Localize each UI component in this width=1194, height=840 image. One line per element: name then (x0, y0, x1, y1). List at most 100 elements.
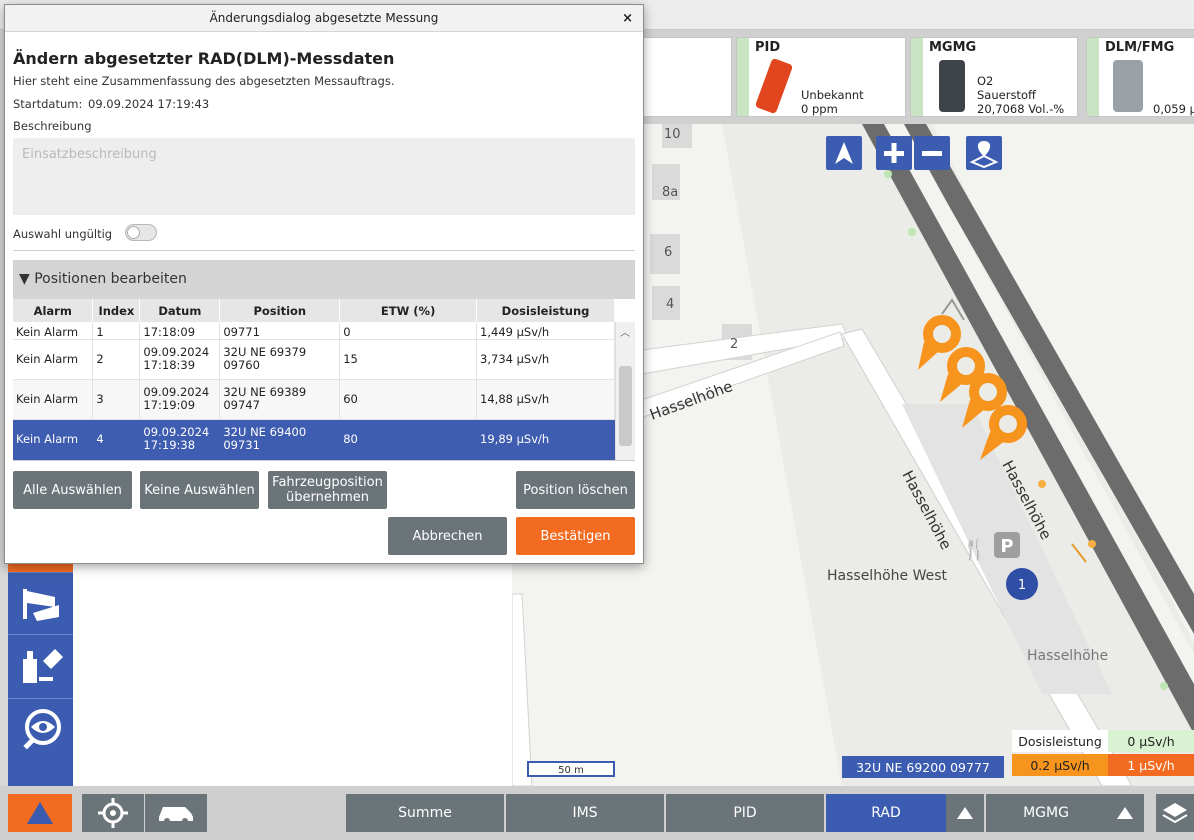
col-position[interactable]: Position (219, 299, 341, 322)
windsock-icon (22, 588, 59, 621)
confirm-button[interactable]: Bestätigen (516, 517, 635, 555)
north-arrow-button[interactable] (826, 136, 862, 170)
bottom-bar: Summe IMS PID RAD MGMG (0, 786, 1194, 840)
close-icon[interactable]: × (622, 5, 633, 32)
table-row[interactable]: Kein Alarm 3 09.09.2024 17:19:09 32U NE 6… (13, 379, 615, 420)
minus-icon (922, 151, 942, 156)
layers-button[interactable] (1156, 794, 1194, 832)
triangle-up-icon (957, 807, 973, 819)
positions-table: Alarm Index Datum Position ETW (%) Dosis… (13, 299, 635, 461)
positions-section-header[interactable]: ▼ Positionen bearbeiten (13, 260, 635, 299)
map-label-6: 6 (664, 245, 672, 260)
map-area-label: Hasselhöhe (1027, 648, 1108, 664)
sidebar-item-wind[interactable] (8, 572, 73, 632)
edit-measurement-dialog: Änderungsdialog abgesetzte Messung × Änd… (4, 4, 644, 564)
map-coordinate: 32U NE 69200 09777 (856, 760, 990, 775)
map-restaurant-icon: 🍴 (962, 537, 987, 561)
mgmg-device-icon (939, 60, 965, 112)
table-row-selected[interactable]: Kein Alarm 4 09.09.2024 17:19:38 32U NE 6… (13, 419, 615, 460)
start-date-label: Startdatum: (13, 97, 83, 111)
delete-position-button[interactable]: Position löschen (516, 471, 635, 509)
card-mgmg-line3: 20,7068 Vol.-% (977, 102, 1065, 116)
chevron-up-icon[interactable]: ︿ (620, 324, 630, 339)
north-arrow-icon (835, 142, 853, 164)
app-root: ERKW-Client PID Unbekannt 0 ppm MGMG O2 … (0, 0, 1194, 840)
dialog-title: Änderungsdialog abgesetzte Messung (209, 11, 439, 25)
cancel-button[interactable]: Abbrechen (388, 517, 507, 555)
col-date[interactable]: Datum (139, 299, 221, 322)
card-pid-line1: Unbekannt (801, 88, 864, 102)
layers-icon (1162, 803, 1188, 824)
map-parking-label: P (1000, 536, 1013, 557)
legend-value-low: 0 µSv/h (1127, 734, 1174, 749)
map-label-10: 10 (664, 127, 681, 142)
select-all-button[interactable]: Alle Auswählen (13, 471, 132, 509)
map-label-2: 2 (730, 337, 738, 352)
gps-button[interactable] (82, 794, 144, 832)
map-label-8a: 8a (662, 185, 678, 200)
divider (13, 250, 635, 251)
sample-bottle-icon (22, 648, 63, 683)
crosshair-icon (98, 798, 128, 828)
zoom-out-button[interactable] (914, 136, 950, 170)
map-pin-icon (969, 141, 999, 169)
col-dose[interactable]: Dosisleistung (476, 299, 615, 322)
card-pid-title: PID (755, 40, 781, 55)
map-place-label: Hasselhöhe West (827, 568, 948, 584)
table-scrollbar[interactable]: ︿ (615, 322, 635, 460)
tab-rad[interactable]: RAD (826, 794, 946, 832)
description-input[interactable] (13, 138, 635, 215)
dialog-heading: Ändern abgesetzter RAD(DLM)-Messdaten (13, 49, 395, 68)
locate-pin-button[interactable] (966, 136, 1002, 170)
scrollbar-thumb[interactable] (619, 366, 632, 446)
card-mgmg-line2: Sauerstoff (977, 88, 1036, 102)
dialog-subtitle: Hier steht eine Zusammenfassung des abge… (13, 74, 395, 88)
warning-triangle-icon (27, 802, 53, 824)
card-pid[interactable]: PID Unbekannt 0 ppm (736, 37, 906, 117)
map-cluster-count: 1 (1018, 578, 1026, 593)
take-vehicle-position-button[interactable]: Fahrzeugposition übernehmen (268, 471, 387, 509)
map-label-4: 4 (666, 297, 674, 312)
legend-value-high: 1 µSv/h (1127, 758, 1174, 773)
card-pid-line2: 0 ppm (801, 102, 838, 116)
dlm-device-icon (1113, 60, 1143, 112)
col-index[interactable]: Index (92, 299, 141, 322)
card-mgmg-title: MGMG (929, 40, 977, 55)
vehicle-icon (159, 807, 193, 824)
tab-pid[interactable]: PID (666, 794, 824, 832)
start-date-value: 09.09.2024 17:19:43 (88, 97, 210, 111)
card-dlm-title: DLM/FMG (1105, 40, 1175, 55)
legend-title: Dosisleistung (1018, 734, 1102, 749)
tab-summe[interactable]: Summe (346, 794, 504, 832)
left-toolbar (8, 560, 73, 786)
plus-icon (884, 143, 904, 163)
card-mgmg[interactable]: MGMG O2 Sauerstoff 20,7068 Vol.-% (910, 37, 1078, 117)
invalid-selection-label: Auswahl ungültig (13, 227, 113, 241)
left-panel (73, 560, 512, 786)
triangle-up-icon (1117, 807, 1133, 819)
zoom-in-button[interactable] (876, 136, 912, 170)
invalid-selection-toggle[interactable] (125, 224, 157, 241)
map-scale-label: 50 m (558, 765, 584, 776)
card-partial[interactable] (642, 37, 732, 117)
dialog-titlebar: Änderungsdialog abgesetzte Messung × (5, 5, 643, 32)
table-row[interactable]: Kein Alarm 1 17:18:09 09771 0 1,449 µSv/… (13, 322, 615, 340)
card-mgmg-line1: O2 (977, 74, 994, 88)
table-row[interactable]: Kein Alarm 2 09.09.2024 17:18:39 32U NE 6… (13, 339, 615, 380)
tab-mgmg[interactable]: MGMG (986, 794, 1106, 832)
sidebar-item-sampling[interactable] (8, 634, 73, 694)
warning-button[interactable] (8, 794, 72, 832)
select-none-button[interactable]: Keine Auswählen (140, 471, 259, 509)
tab-ims[interactable]: IMS (506, 794, 664, 832)
tab-rad-expand[interactable] (946, 794, 984, 832)
card-dlm-fmg[interactable]: DLM/FMG 0,059 µ (1086, 37, 1194, 117)
eye-search-icon (22, 708, 61, 749)
legend-value-mid: 0.2 µSv/h (1030, 758, 1089, 773)
sensor-cards: PID Unbekannt 0 ppm MGMG O2 Sauerstoff 2… (640, 30, 1194, 124)
col-alarm[interactable]: Alarm (13, 299, 94, 322)
vehicle-button[interactable] (145, 794, 207, 832)
sidebar-item-observe[interactable] (8, 698, 73, 758)
pid-device-icon (754, 57, 794, 115)
tab-mgmg-expand[interactable] (1106, 794, 1144, 832)
col-etw[interactable]: ETW (%) (339, 299, 478, 322)
